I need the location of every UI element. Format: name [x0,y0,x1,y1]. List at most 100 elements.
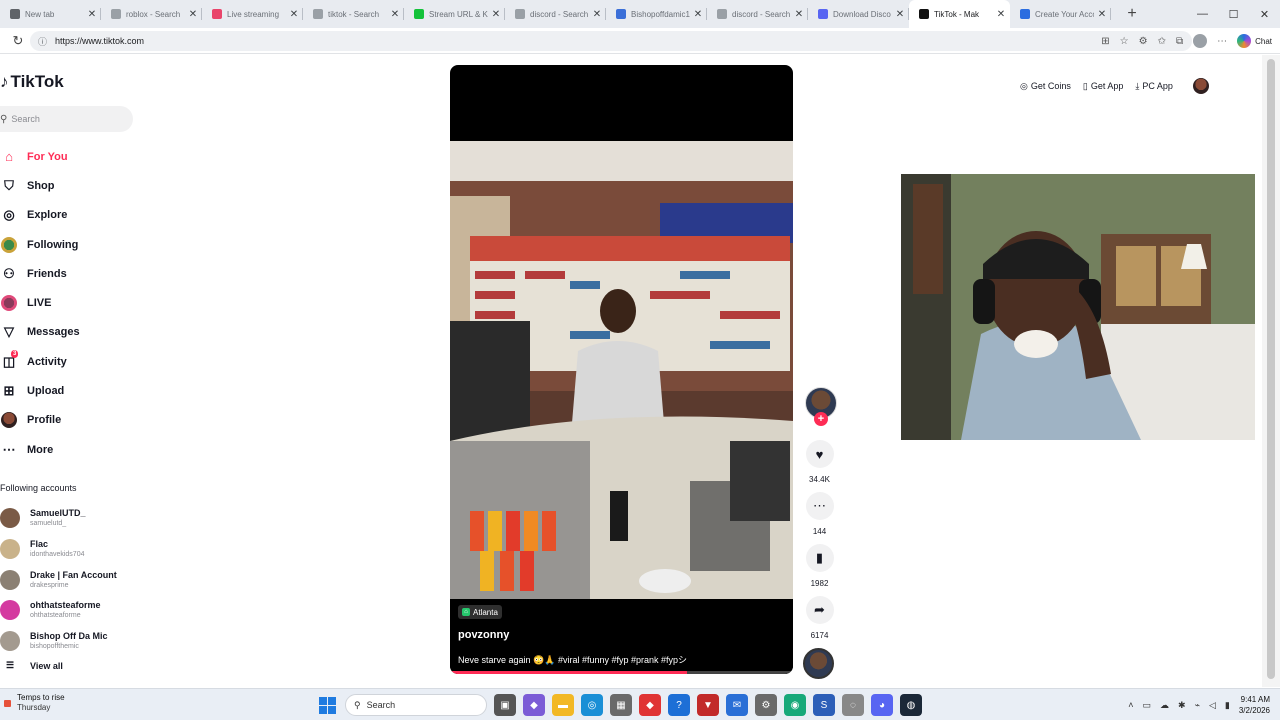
favorites-icon[interactable]: ✩ [1158,36,1166,47]
more-menu-icon[interactable]: ⋯ [1217,36,1227,47]
browser-tab[interactable]: New tab ✕ [0,0,101,28]
browser-tab[interactable]: Stream URL & Ke ✕ [404,0,505,28]
browser-tab[interactable]: roblox - Search ✕ [101,0,202,28]
sidebar-item-for-you[interactable]: ⌂ For You [0,142,80,171]
minimize-icon[interactable]: — [1187,0,1218,28]
mail-icon[interactable]: ✉ [726,694,748,716]
start-button[interactable] [316,694,338,716]
sidebar-item-profile[interactable]: Profile [0,406,80,435]
close-tab-icon[interactable]: ✕ [592,9,602,20]
sidebar-item-more[interactable]: ⋯ More [0,435,80,464]
streaming-app-icon[interactable]: S [813,694,835,716]
taskbar-search[interactable]: ⚲ Search [345,694,487,716]
browser-tab[interactable]: Live streaming ✕ [202,0,303,28]
search-input[interactable]: ⚲ Search [0,106,133,132]
settings-icon[interactable]: ⚙ [755,694,777,716]
globe-app-icon[interactable]: ◉ [784,694,806,716]
sidebar-item-messages[interactable]: ▽ Messages [0,318,80,347]
page-scrollbar[interactable] [1262,55,1280,687]
sidebar-item-live[interactable]: LIVE [0,288,80,317]
favorite-star-icon[interactable]: ☆ [1120,36,1129,47]
close-tab-icon[interactable]: ✕ [289,9,299,20]
video-caption[interactable]: Neve starve again 😳🙏 #viral #funny #fyp … [458,653,687,666]
battery-icon[interactable]: ▮ [1225,700,1230,711]
video-progress-bar[interactable] [450,671,793,674]
browser-tab[interactable]: Create Your Accou✕ [1010,0,1111,28]
sidebar-item-friends[interactable]: ⚇ Friends [0,259,80,288]
get-app-button[interactable]: ▯ Get App [1083,81,1123,92]
site-info-icon[interactable]: ⓘ [38,35,47,48]
following-account-item[interactable]: SamuelUTD_ samuelutd_ [0,503,117,534]
pc-app-button[interactable]: ⤓ PC App [1135,81,1173,92]
sidebar-item-explore[interactable]: ◎ Explore [0,201,80,230]
sidebar-item-following[interactable]: Following [0,230,80,259]
maximize-icon[interactable]: ☐ [1218,0,1249,28]
app-available-icon[interactable]: ⊞ [1101,36,1109,47]
scrollbar-thumb[interactable] [1267,59,1275,679]
browser-tab[interactable]: tiktok - Search ✕ [303,0,404,28]
copilot-app-icon[interactable]: ◆ [523,694,545,716]
close-tab-icon[interactable]: ✕ [491,9,501,20]
browser-tab[interactable]: Bishopoffdamic1 ✕ [606,0,707,28]
new-tab-button[interactable]: + [1119,0,1145,28]
get-coins-button[interactable]: ◎ Get Coins [1020,81,1071,92]
extensions-icon[interactable]: ⚙ [1139,36,1148,47]
copilot-chat-button[interactable]: Chat [1237,34,1272,48]
weather-widget[interactable]: Temps to rise Thursday [4,693,65,713]
chrome-app-icon[interactable]: ◌ [842,694,864,716]
sidebar-item-upload[interactable]: ⊞ Upload [0,376,80,405]
tray-app-icon[interactable]: ▭ [1143,700,1152,711]
edge-icon[interactable]: ◎ [581,694,603,716]
collections-icon[interactable]: ⧉ [1176,36,1183,47]
shield-app-icon[interactable]: ▼ [697,694,719,716]
user-avatar[interactable] [1192,78,1209,94]
profile-avatar-icon[interactable] [1193,34,1208,48]
tiktok-logo[interactable]: ♪ TikTok [0,72,64,92]
follow-plus-icon[interactable]: + [814,412,828,426]
sidebar-item-shop[interactable]: ⛉ Shop [0,171,80,200]
share-icon[interactable]: ➦ [805,596,834,624]
file-explorer-icon[interactable]: ▬ [552,694,574,716]
chevron-up-icon[interactable]: ˄ [1128,700,1133,710]
following-account-item[interactable]: Drake | Fan Account drakesprime [0,564,117,595]
bluetooth-icon[interactable]: ✱ [1178,700,1186,711]
network-icon[interactable]: ⌁ [1195,700,1200,711]
following-account-item[interactable]: Flac idonthavekids704 [0,534,117,565]
sidebar-item-activity[interactable]: ◫ 3 Activity [0,347,80,376]
task-view-icon[interactable]: ▣ [494,694,516,716]
sound-disc-avatar[interactable] [803,648,834,679]
view-all-link[interactable]: ☰ View all [0,660,63,671]
heart-icon[interactable]: ♥ [805,440,834,468]
close-tab-icon[interactable]: ✕ [895,9,905,20]
account-name: SamuelUTD_ [30,508,86,519]
browser-tab[interactable]: discord - Search ✕ [707,0,808,28]
onedrive-icon[interactable]: ☁ [1160,700,1169,711]
browser-tab[interactable]: Download Disco ✕ [808,0,909,28]
following-account-item[interactable]: Bishop Off Da Mic bishopoffthemic [0,626,117,657]
close-tab-icon[interactable]: ✕ [87,9,97,20]
volume-icon[interactable]: ◁ [1209,700,1216,711]
browser-tab[interactable]: discord - Search ✕ [505,0,606,28]
close-tab-icon[interactable]: ✕ [188,9,198,20]
close-tab-icon[interactable]: ✕ [390,9,400,20]
browser-tab[interactable]: TikTok - Mak ✕ [909,0,1010,28]
video-author[interactable]: povzonny [458,629,509,641]
clock[interactable]: 9:41 AM 3/2/2026 [1239,694,1270,716]
comment-icon[interactable]: ⋯ [805,492,834,520]
close-tab-icon[interactable]: ✕ [693,9,703,20]
sidebar-item-label: Activity [27,355,67,368]
bookmark-icon[interactable]: ▮ [805,544,834,572]
store-icon[interactable]: ▦ [610,694,632,716]
steam-icon[interactable]: ◍ [900,694,922,716]
video-player[interactable]: ⌂ Atlanta povzonny Neve starve again 😳🙏 … [450,65,793,674]
red-app-icon[interactable]: ◆ [639,694,661,716]
url-field[interactable]: ⓘ https://www.tiktok.com [30,31,1192,51]
close-tab-icon[interactable]: ✕ [1097,9,1107,20]
discord-icon[interactable]: ◕ [871,694,893,716]
following-account-item[interactable]: ohthatsteaforme ohthatsteaforme [0,595,117,626]
location-tag[interactable]: ⌂ Atlanta [458,605,502,619]
close-tab-icon[interactable]: ✕ [996,9,1006,20]
help-icon[interactable]: ? [668,694,690,716]
close-window-icon[interactable]: ✕ [1249,0,1280,28]
close-tab-icon[interactable]: ✕ [794,9,804,20]
